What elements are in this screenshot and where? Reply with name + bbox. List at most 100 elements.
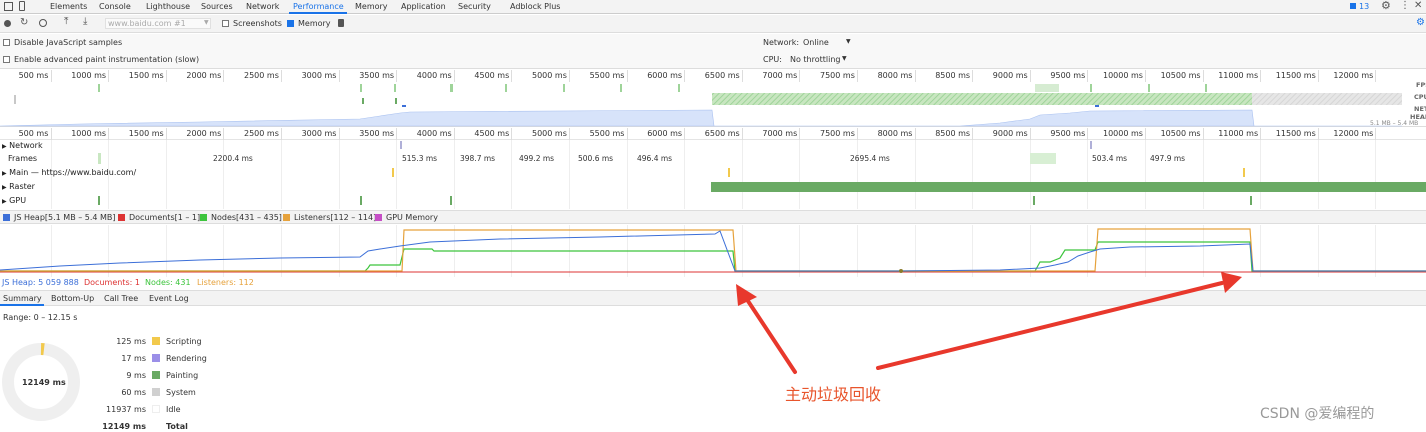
tab-elements[interactable]: Elements [50, 2, 87, 11]
ruler-gridline [223, 70, 225, 82]
tab-lighthouse[interactable]: Lighthouse [146, 2, 190, 11]
settings-gear-icon[interactable]: ⚙ [1381, 0, 1391, 11]
fps-bar [394, 84, 396, 92]
ruler-tick-label: 9000 ms [992, 71, 1028, 80]
advanced-paint-checkbox[interactable] [3, 56, 10, 63]
ruler-tick-label: 5000 ms [532, 71, 567, 80]
ruler-gridline [626, 70, 628, 82]
issues-badge-count: 13 [1359, 2, 1370, 11]
network-throttle-label: Network: [763, 38, 800, 47]
tab-application[interactable]: Application [401, 2, 446, 11]
track-gridline [1145, 140, 1146, 209]
more-menu-icon[interactable]: ⋮ [1400, 0, 1410, 11]
capture-settings-pane: Disable JavaScript samples Enable advanc… [0, 34, 1426, 69]
clear-icon[interactable] [39, 19, 47, 27]
js-heap-value: JS Heap: 5 059 888 [2, 278, 79, 287]
ruler-gridline [511, 128, 513, 140]
ruler-gridline [1145, 70, 1146, 82]
tab-network[interactable]: Network [246, 2, 279, 11]
js-heap-checkbox[interactable] [3, 214, 10, 221]
tab-adblock-plus[interactable]: Adblock Plus [510, 2, 560, 11]
gpu-memory-checkbox[interactable] [375, 214, 382, 221]
performance-toolbar: ↻ ⤒ ⤓ www.baidu.com #1 ▼ Screenshots Mem… [0, 15, 1426, 33]
gpu-track-label: GPU [9, 196, 27, 205]
cpu-activity [395, 98, 397, 104]
track-gridline [741, 140, 743, 209]
painting-time: 9 ms [126, 371, 146, 380]
frame-block[interactable] [1030, 153, 1056, 164]
tab-call-tree[interactable]: Call Tree [104, 294, 138, 303]
screenshots-checkbox[interactable] [222, 20, 229, 27]
ruler-gridline [1375, 128, 1377, 140]
cpu-activity [402, 105, 406, 107]
ruler-gridline [1029, 128, 1031, 140]
track-gridline [684, 140, 686, 209]
tab-summary[interactable]: Summary [3, 294, 42, 303]
cpu-activity [1095, 105, 1099, 107]
tab-sources[interactable]: Sources [201, 2, 233, 11]
track-gridline [799, 140, 801, 209]
track-gridline [569, 140, 570, 209]
download-profile-icon[interactable]: ⤓ [83, 16, 87, 27]
record-button[interactable] [4, 20, 11, 27]
capture-settings-gear-icon[interactable]: ⚙ [1416, 17, 1425, 28]
memory-checkbox[interactable] [287, 20, 294, 27]
range-label: Range: 0 – 12.15 s [3, 313, 78, 322]
ruler-tick-label: 4000 ms [416, 71, 452, 80]
memory-counter-graph[interactable] [0, 225, 1426, 277]
fps-bar [450, 84, 453, 92]
network-request-bar [1090, 141, 1092, 149]
raster-track-toggle[interactable]: ▶ Raster [2, 182, 35, 191]
profile-select[interactable]: www.baidu.com #1 ▼ [105, 18, 211, 29]
ruler-tick-label: 6500 ms [704, 71, 740, 80]
scripting-label: Scripting [166, 337, 202, 346]
ruler-tick-label: 3500 ms [359, 129, 395, 138]
track-gridline [396, 140, 398, 209]
gpu-activity-bar [360, 196, 362, 205]
nodes-checkbox[interactable] [200, 214, 207, 221]
ruler-tick-label: 4500 ms [474, 129, 510, 138]
total-time: 12149 ms [102, 422, 146, 431]
listeners-checkbox[interactable] [283, 214, 290, 221]
documents-legend: Documents[1 – 1] [129, 213, 201, 222]
raster-track-label: Raster [9, 182, 35, 191]
disable-js-samples-checkbox[interactable] [3, 39, 10, 46]
ruler-tick-label: 10500 ms [1160, 129, 1201, 138]
ruler-gridline [972, 70, 974, 82]
reload-record-icon[interactable]: ↻ [20, 17, 28, 28]
tab-console[interactable]: Console [99, 2, 131, 11]
track-gridline [1317, 140, 1319, 209]
tab-bottom-up[interactable]: Bottom-Up [51, 294, 94, 303]
network-track-toggle[interactable]: ▶ Network [2, 141, 43, 150]
advanced-paint-label: Enable advanced paint instrumentation (s… [14, 55, 200, 64]
ruler-tick-label: 10500 ms [1160, 71, 1201, 80]
tab-performance[interactable]: Performance [293, 2, 344, 11]
device-toolbar-icon[interactable] [19, 1, 25, 11]
close-devtools-icon[interactable]: ✕ [1414, 0, 1422, 11]
ruler-tick-label: 1500 ms [128, 71, 164, 80]
ruler-gridline [165, 70, 167, 82]
cpu-throttle-select[interactable]: No throttling [790, 55, 841, 64]
network-throttle-select[interactable]: Online [803, 38, 829, 47]
tab-memory[interactable]: Memory [355, 2, 388, 11]
listeners-value: Listeners: 112 [197, 278, 254, 287]
tab-security[interactable]: Security [458, 2, 491, 11]
cpu-activity [1252, 93, 1402, 105]
cpu-activity [14, 95, 16, 104]
ruler-tick-label: 500 ms [18, 71, 49, 80]
idle-time: 11937 ms [106, 405, 146, 414]
ruler-tick-label: 4000 ms [416, 129, 452, 138]
track-gridline [1375, 140, 1377, 209]
timeline-overview[interactable]: FPS CPU NET 5.1 MB – 5.4 MB HEAP [0, 81, 1426, 127]
upload-profile-icon[interactable]: ⤒ [64, 16, 68, 27]
documents-checkbox[interactable] [118, 214, 125, 221]
fps-bar [1090, 84, 1092, 92]
frame-block[interactable] [98, 153, 101, 164]
trash-icon[interactable] [338, 19, 344, 27]
ruler-gridline [1087, 128, 1089, 140]
inspect-icon[interactable] [4, 2, 13, 11]
main-thread-track-toggle[interactable]: ▶ Main — https://www.baidu.com/ [2, 168, 136, 177]
gpu-track-toggle[interactable]: ▶ GPU [2, 196, 26, 205]
issues-icon[interactable] [1350, 3, 1356, 9]
tab-event-log[interactable]: Event Log [149, 294, 189, 303]
